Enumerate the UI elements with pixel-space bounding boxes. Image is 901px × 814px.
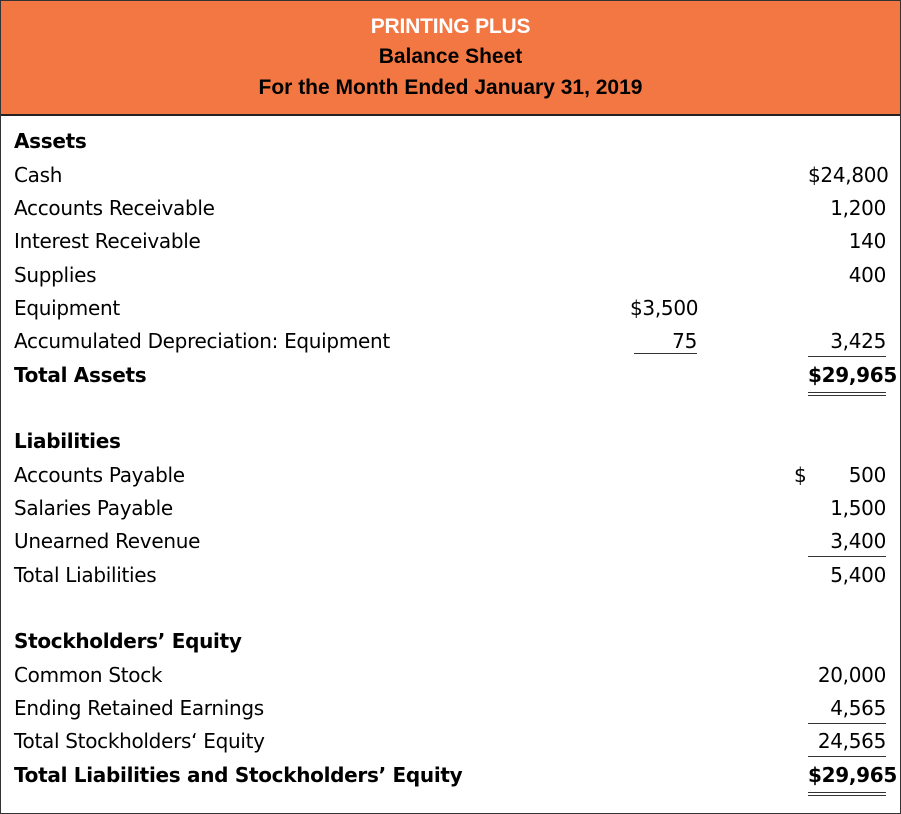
line-item-row: Common Stock 20,000: [1, 659, 900, 692]
line-item-label: Cash: [14, 163, 63, 187]
line-item-label: Unearned Revenue: [14, 529, 201, 553]
total-label: Total Stockholders‘ Equity: [14, 729, 265, 753]
assets-heading-row: Assets: [1, 125, 900, 158]
total-row: Total Assets $29,965: [1, 359, 900, 396]
total-row: Total Stockholders‘ Equity 24,565: [1, 725, 900, 758]
company-name: PRINTING PLUS: [370, 15, 531, 38]
grand-total-label: Total Liabilities and Stockholders’ Equi…: [14, 763, 463, 787]
total-amount: 24,565: [808, 725, 886, 757]
line-item-row: Accounts Receivable 1,200: [1, 192, 900, 225]
line-item-row: Equipment $3,500: [1, 292, 900, 325]
line-item-amount: 4,565: [808, 692, 886, 724]
line-item-row: Accumulated Depreciation: Equipment 75 3…: [1, 325, 900, 358]
currency-symbol: $: [794, 463, 807, 487]
line-item-row: Cash $24,800: [1, 159, 900, 192]
line-item-row: Ending Retained Earnings 4,565: [1, 692, 900, 725]
line-item-amount: $24,800: [808, 163, 889, 187]
line-item-label: Ending Retained Earnings: [14, 696, 264, 720]
line-item-amount: 500: [848, 463, 887, 487]
statement-header: PRINTING PLUS Balance Sheet For the Mont…: [1, 1, 900, 116]
statement-period: For the Month Ended January 31, 2019: [258, 76, 643, 99]
line-item-row: Supplies 400: [1, 259, 900, 292]
section-heading: Liabilities: [14, 429, 121, 453]
line-item-label: Accounts Payable: [14, 463, 185, 487]
total-amount: 5,400: [830, 563, 886, 587]
line-item-row: Salaries Payable 1,500: [1, 492, 900, 525]
liabilities-heading-row: Liabilities: [1, 425, 900, 458]
line-item-label: Supplies: [14, 263, 97, 287]
line-item-row: Unearned Revenue 3,400: [1, 525, 900, 558]
line-item-label: Interest Receivable: [14, 229, 201, 253]
section-heading: Stockholders’ Equity: [14, 629, 242, 653]
total-row: Total Liabilities 5,400: [1, 559, 900, 592]
line-item-amount: 3,400: [808, 525, 886, 557]
line-item-label: Accounts Receivable: [14, 196, 215, 220]
line-item-label: Salaries Payable: [14, 496, 173, 520]
equity-heading-row: Stockholders’ Equity: [1, 625, 900, 658]
total-label: Total Liabilities: [14, 563, 157, 587]
line-item-amount: 400: [848, 263, 887, 287]
section-heading: Assets: [14, 129, 87, 153]
grand-total-row: Total Liabilities and Stockholders’ Equi…: [1, 759, 900, 796]
grand-total-amount: $29,965: [808, 759, 897, 796]
line-item-inner-amount: $3,500: [630, 296, 699, 320]
line-item-inner-amount: 75: [634, 325, 697, 354]
line-item-amount: 20,000: [817, 663, 886, 687]
line-item-amount: 3,425: [808, 325, 886, 357]
line-item-row: Accounts Payable $ 500: [1, 459, 900, 492]
line-item-amount: 1,500: [830, 496, 886, 520]
line-item-label: Accumulated Depreciation: Equipment: [14, 329, 390, 353]
total-label: Total Assets: [14, 363, 147, 387]
line-item-amount: 1,200: [830, 196, 886, 220]
line-item-amount: 140: [848, 229, 887, 253]
total-amount: $29,965: [808, 359, 897, 396]
line-item-row: Interest Receivable 140: [1, 225, 900, 258]
line-item-label: Common Stock: [14, 663, 163, 687]
statement-title: Balance Sheet: [378, 45, 523, 68]
line-item-label: Equipment: [14, 296, 120, 320]
balance-sheet: PRINTING PLUS Balance Sheet For the Mont…: [0, 0, 901, 814]
